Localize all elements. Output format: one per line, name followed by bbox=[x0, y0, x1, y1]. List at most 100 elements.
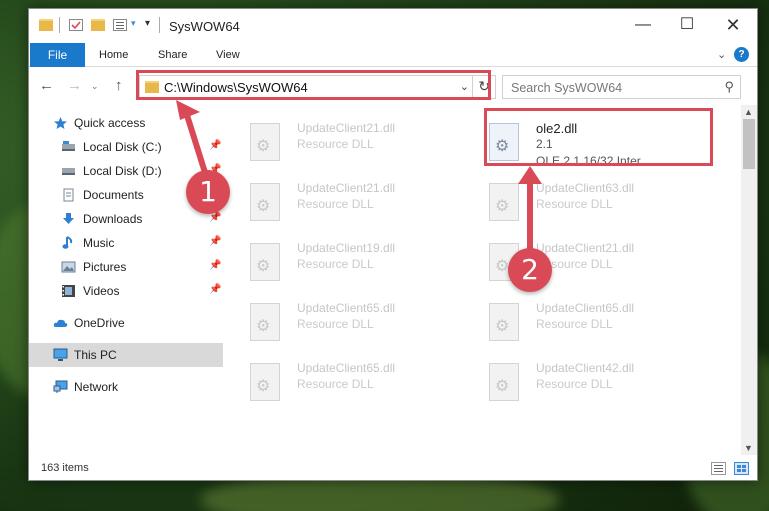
tab-home[interactable]: Home bbox=[99, 43, 128, 67]
file-name: UpdateClient21.dll bbox=[297, 121, 396, 135]
file-type: Resource DLL bbox=[297, 257, 374, 271]
expand-ribbon-icon[interactable]: ⌄ bbox=[717, 48, 726, 61]
scrollbar-thumb[interactable] bbox=[743, 119, 755, 169]
folder-icon bbox=[39, 19, 53, 31]
help-icon[interactable]: ? bbox=[734, 47, 749, 62]
divider bbox=[59, 17, 60, 33]
file-name: UpdateClient19.dll bbox=[297, 241, 396, 255]
file-type: Resource DLL bbox=[297, 137, 374, 151]
step-2-badge: 2 bbox=[508, 248, 552, 292]
file-name: UpdateClient21.dll bbox=[536, 241, 635, 255]
pin-icon[interactable]: 📌 bbox=[209, 260, 221, 271]
sidebar-item-local-disk-c[interactable]: Local Disk (C:) 📌 bbox=[29, 135, 223, 159]
scroll-up-icon[interactable]: ▲ bbox=[744, 107, 753, 117]
sidebar-item-label: Videos bbox=[83, 284, 120, 298]
file-type: Resource DLL bbox=[297, 197, 374, 211]
search-icon[interactable]: ⚲ bbox=[724, 79, 734, 95]
scroll-down-icon[interactable]: ▼ bbox=[744, 443, 753, 453]
drive-icon bbox=[62, 168, 75, 175]
dll-file-icon: ⚙ bbox=[250, 183, 280, 221]
tab-file[interactable]: File bbox=[30, 43, 85, 67]
sidebar-item-label: Local Disk (C:) bbox=[83, 140, 162, 154]
sidebar-item-label: Music bbox=[83, 236, 115, 250]
file-item[interactable]: ⚙ UpdateClient65.dll Resource DLL bbox=[464, 295, 684, 351]
minimize-button[interactable]: — bbox=[621, 13, 665, 37]
title-bar: ▾ ▾ SysWOW64 — ☐ ✕ bbox=[29, 9, 757, 41]
file-item[interactable]: ⚙ UpdateClient63.dll Resource DLL bbox=[464, 175, 684, 231]
dll-file-icon: ⚙ bbox=[489, 183, 519, 221]
documents-icon bbox=[63, 188, 74, 202]
address-bar-highlight bbox=[136, 70, 491, 100]
pin-icon[interactable]: 📌 bbox=[209, 140, 221, 151]
file-type: Resource DLL bbox=[297, 317, 374, 331]
status-bar: 163 items bbox=[29, 458, 757, 480]
file-item[interactable]: ⚙ UpdateClient65.dll Resource DLL bbox=[225, 295, 445, 351]
step-1-badge: 1 bbox=[186, 170, 230, 214]
window-title: SysWOW64 bbox=[169, 19, 240, 34]
dll-file-icon: ⚙ bbox=[489, 363, 519, 401]
customize-toolbar-icon[interactable] bbox=[113, 19, 127, 31]
file-item[interactable]: ⚙ UpdateClient21.dll Resource DLL bbox=[464, 235, 684, 291]
sidebar-item-this-pc[interactable]: This PC bbox=[29, 343, 223, 367]
sidebar-item-pictures[interactable]: Pictures 📌 bbox=[29, 255, 223, 279]
sidebar-item-label: OneDrive bbox=[74, 316, 125, 330]
sidebar-item-downloads[interactable]: Downloads 📌 bbox=[29, 207, 223, 231]
search-input[interactable]: Search SysWOW64 ⚲ bbox=[502, 75, 741, 99]
file-item[interactable]: ⚙ UpdateClient42.dll Resource DLL bbox=[464, 355, 684, 411]
forward-arrow-icon[interactable]: → bbox=[67, 77, 82, 94]
sidebar-item-label: Quick access bbox=[74, 116, 146, 130]
music-icon bbox=[62, 236, 73, 249]
dropdown-icon[interactable]: ▾ bbox=[131, 18, 136, 29]
details-view-icon[interactable] bbox=[711, 462, 726, 475]
dll-file-icon: ⚙ bbox=[250, 123, 280, 161]
pin-icon[interactable]: 📌 bbox=[209, 236, 221, 247]
large-icons-view-icon[interactable] bbox=[734, 462, 749, 475]
dll-file-icon: ⚙ bbox=[250, 243, 280, 281]
file-name: UpdateClient63.dll bbox=[536, 181, 635, 195]
file-type: Resource DLL bbox=[536, 197, 613, 211]
drive-icon bbox=[62, 141, 75, 151]
quick-access-dropdown-icon[interactable]: ▾ bbox=[145, 18, 150, 29]
maximize-button[interactable]: ☐ bbox=[665, 13, 709, 37]
file-item[interactable]: ⚙ UpdateClient19.dll Resource DLL bbox=[225, 235, 445, 291]
computer-icon bbox=[53, 348, 68, 361]
navigation-pane: Quick access Local Disk (C:) 📌 Local Dis… bbox=[29, 109, 225, 454]
properties-icon[interactable] bbox=[69, 19, 83, 31]
file-highlight bbox=[484, 108, 713, 166]
sidebar-item-music[interactable]: Music 📌 bbox=[29, 231, 223, 255]
dll-file-icon: ⚙ bbox=[250, 363, 280, 401]
sidebar-item-label: Local Disk (D:) bbox=[83, 164, 162, 178]
cloud-icon bbox=[53, 319, 68, 327]
file-name: UpdateClient65.dll bbox=[297, 361, 396, 375]
vertical-scrollbar[interactable]: ▲ ▼ bbox=[741, 105, 757, 455]
file-item[interactable]: ⚙ UpdateClient21.dll Resource DLL bbox=[225, 115, 445, 171]
item-count: 163 items bbox=[41, 462, 89, 474]
network-icon bbox=[53, 380, 68, 393]
tab-view[interactable]: View bbox=[216, 43, 240, 67]
ribbon: File Home Share View ⌄ ? bbox=[29, 43, 757, 67]
tab-share[interactable]: Share bbox=[158, 43, 187, 67]
star-icon bbox=[54, 117, 67, 129]
sidebar-item-label: Downloads bbox=[83, 212, 143, 226]
sidebar-item-network[interactable]: Network bbox=[29, 375, 223, 399]
sidebar-item-label: Network bbox=[74, 380, 119, 394]
recent-locations-icon[interactable]: ⌄ bbox=[91, 81, 99, 92]
sidebar-item-videos[interactable]: Videos 📌 bbox=[29, 279, 223, 303]
new-folder-icon[interactable] bbox=[91, 19, 105, 31]
sidebar-item-label: Documents bbox=[83, 188, 144, 202]
file-name: UpdateClient65.dll bbox=[297, 301, 396, 315]
pin-icon[interactable]: 📌 bbox=[209, 284, 221, 295]
file-type: Resource DLL bbox=[536, 377, 613, 391]
videos-icon bbox=[62, 285, 75, 297]
file-item[interactable]: ⚙ UpdateClient65.dll Resource DLL bbox=[225, 355, 445, 411]
sidebar-item-quick-access[interactable]: Quick access bbox=[29, 111, 223, 135]
file-type: Resource DLL bbox=[536, 317, 613, 331]
up-arrow-icon[interactable]: ↑ bbox=[115, 77, 123, 94]
close-button[interactable]: ✕ bbox=[711, 13, 755, 37]
download-icon bbox=[63, 213, 74, 224]
sidebar-item-label: This PC bbox=[74, 348, 117, 362]
back-arrow-icon[interactable]: ← bbox=[39, 77, 54, 94]
sidebar-item-onedrive[interactable]: OneDrive bbox=[29, 311, 223, 335]
dll-file-icon: ⚙ bbox=[489, 303, 519, 341]
file-item[interactable]: ⚙ UpdateClient21.dll Resource DLL bbox=[225, 175, 445, 231]
